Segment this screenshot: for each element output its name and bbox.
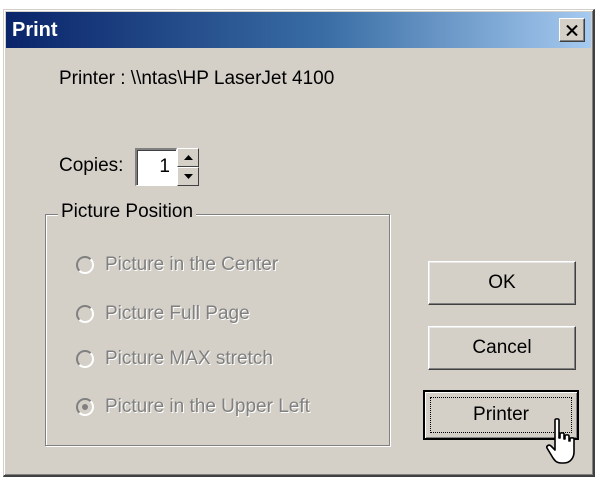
printer-name-label: Printer : \\ntas\HP LaserJet 4100	[59, 68, 335, 89]
close-button[interactable]	[559, 18, 585, 42]
radio-button[interactable]	[76, 256, 94, 274]
close-icon	[566, 24, 578, 36]
arrow-up-icon	[183, 155, 193, 160]
radio-picture-full-page[interactable]: Picture Full Page	[76, 302, 250, 326]
spin-up-button[interactable]	[177, 148, 199, 167]
hand-pointer-cursor-icon	[546, 418, 575, 464]
radio-picture-max-stretch[interactable]: Picture MAX stretch	[76, 347, 273, 371]
radio-button-checked[interactable]	[76, 398, 94, 416]
radio-picture-upper-left[interactable]: Picture in the Upper Left	[76, 395, 310, 419]
radio-label: Picture Full Page	[105, 303, 250, 324]
radio-label: Picture MAX stretch	[105, 348, 273, 369]
title-bar[interactable]: Print	[6, 12, 591, 48]
radio-label: Picture in the Upper Left	[105, 396, 310, 417]
dialog-title: Print	[12, 19, 58, 41]
copies-label: Copies:	[59, 155, 124, 176]
printer-button-label: Printer	[473, 404, 529, 425]
copies-spinner	[177, 148, 199, 186]
radio-picture-center[interactable]: Picture in the Center	[76, 253, 278, 277]
cancel-button[interactable]: Cancel	[428, 326, 576, 370]
radio-label: Picture in the Center	[105, 254, 279, 275]
spin-down-button[interactable]	[177, 167, 199, 186]
copies-input[interactable]: 1	[135, 148, 177, 186]
radio-button[interactable]	[76, 350, 94, 368]
radio-button[interactable]	[76, 305, 94, 323]
picture-position-legend: Picture Position	[58, 201, 197, 223]
arrow-down-icon	[183, 174, 193, 179]
ok-button[interactable]: OK	[428, 261, 576, 305]
